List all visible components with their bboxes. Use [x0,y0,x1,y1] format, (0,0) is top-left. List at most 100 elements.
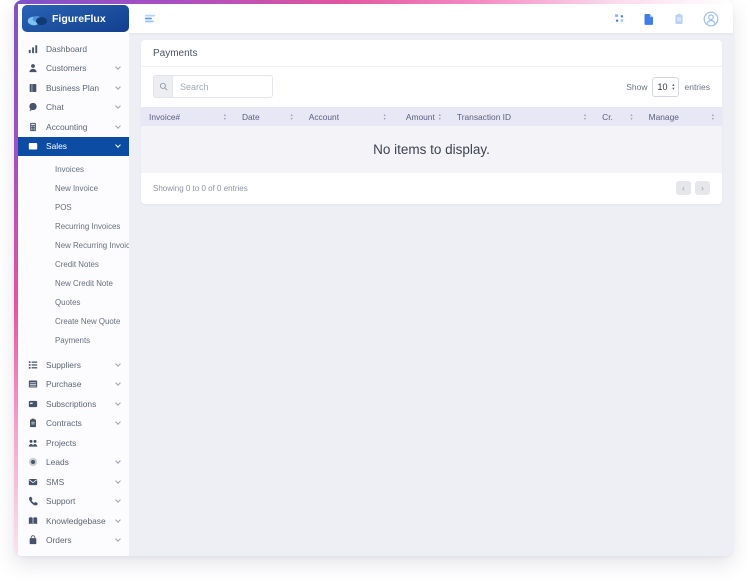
sales-submenu-item-pos[interactable]: POS [18,198,129,217]
table-column-header-amount[interactable]: Amount ▴ ▾ [394,107,449,126]
sidebar-item-knowledgebase[interactable]: Knowledgebase [18,511,129,531]
table-column-header-date[interactable]: Date ▴ ▾ [234,107,301,126]
sidebar-item-contracts[interactable]: Contracts [18,414,129,434]
people-icon [28,438,38,448]
sidebar-item-orders[interactable]: Orders [18,531,129,551]
sidebar-item-label: Business Plan [46,82,100,93]
sales-submenu-item-quotes[interactable]: Quotes [18,293,129,312]
show-label: Show [626,81,648,92]
sales-submenu-item-recurring-invoices[interactable]: Recurring Invoices [18,217,129,236]
table-column-header-manage[interactable]: Manage ▴ ▾ [641,107,722,126]
sort-icon: ▴ ▾ [223,112,226,121]
sidebar-item-label: Accounting [46,121,88,132]
rows-icon [28,379,38,389]
sidebar-item-leads[interactable]: Leads [18,453,129,473]
chevron-down-icon [115,477,121,484]
table-column-header-account[interactable]: Account ▴ ▾ [301,107,394,126]
apps-grid-icon-apps-grid[interactable] [614,13,625,24]
user-icon [28,63,38,73]
sales-submenu-item-create-new-quote[interactable]: Create New Quote [18,312,129,331]
sidebar-item-label: Subscriptions [46,398,97,409]
page-size-value: 10 [657,81,668,92]
sidebar-item-suppliers[interactable]: Suppliers [18,355,129,375]
sidebar-item-label: Suppliers [46,359,81,370]
sidebar-item-purchase[interactable]: Purchase [18,375,129,395]
sales-submenu-item-payments[interactable]: Payments [18,331,129,350]
submenu-item-label: Create New Quote [55,317,121,326]
clipboard-icon-clipboard[interactable] [673,13,685,25]
cloud-logo-icon [27,13,48,25]
submenu-item-label: Quotes [55,298,81,307]
file-icon-file[interactable] [643,13,655,25]
sales-submenu-item-new-recurring-invoice[interactable]: New Recurring Invoice [18,236,129,255]
wallet-icon [28,141,38,151]
search-icon [159,82,168,91]
search-button[interactable] [153,75,172,98]
chevron-down-icon [115,142,121,149]
showing-entries-status: Showing 0 to 0 of 0 entries [153,183,248,193]
column-label: Account [308,111,340,122]
chevron-down-icon [115,380,121,387]
page-size-select[interactable]: 10 ▴ ▾ [652,76,680,97]
sidebar-item-label: Customers [46,63,87,74]
sidebar-item-customers[interactable]: Customers [18,59,129,79]
submenu-item-label: New Recurring Invoice [55,241,129,250]
book-icon [28,516,38,526]
main-column: Payments Show 10 [129,4,733,556]
sidebar-item-label: Dashboard [46,43,87,54]
sales-submenu-item-new-invoice[interactable]: New Invoice [18,179,129,198]
sidebar-item-label: SMS [46,476,65,487]
column-label: Date [241,111,260,122]
sidebar-item-label: Knowledgebase [46,515,106,526]
submenu-item-label: Credit Notes [55,260,99,269]
empty-state: No items to display. [141,126,722,173]
table-column-header-cr[interactable]: Cr. ▴ ▾ [594,107,640,126]
table-column-header-invoice[interactable]: Invoice# ▴ ▾ [141,107,234,126]
calculator-icon [28,122,38,132]
sidebar-item-label: Contracts [46,418,82,429]
chevron-down-icon [115,419,121,426]
top-bar [129,4,733,33]
prev-page-button[interactable]: ‹ [676,181,691,195]
payments-panel: Payments Show 10 [141,40,722,204]
sidebar-item-support[interactable]: Support [18,492,129,512]
table-controls: Show 10 ▴▾ entries [141,67,722,107]
sidebar-item-sales[interactable]: Sales [18,136,129,156]
sidebar-item-chat[interactable]: Chat [18,98,129,118]
submenu-item-label: Invoices [55,165,84,174]
sort-icon: ▴ ▾ [383,112,386,121]
column-label: Amount [405,111,435,122]
sidebar-item-accounting[interactable]: Accounting [18,117,129,137]
chevron-down-icon [115,83,121,90]
chevron-down-icon [115,516,121,523]
bag-icon [28,535,38,545]
sales-submenu-item-new-credit-note[interactable]: New Credit Note [18,274,129,293]
table-header-row: Invoice# ▴ ▾ Date ▴ ▾ Account ▴ ▾ Amount… [141,107,722,126]
page: FigureFlux Dashboard Customers Business … [0,0,747,580]
sidebar-item-projects[interactable]: Projects [18,433,129,453]
sidebar-item-subscriptions[interactable]: Subscriptions [18,394,129,414]
brand-logo[interactable]: FigureFlux [22,5,129,32]
table-column-header-transaction-id[interactable]: Transaction ID ▴ ▾ [449,107,594,126]
content-area: Payments Show 10 [129,33,733,556]
sidebar-item-dashboard[interactable]: Dashboard [18,39,129,59]
sidebar-item-business-plan[interactable]: Business Plan [18,78,129,98]
chevron-down-icon [115,536,121,543]
search-input[interactable] [172,75,273,98]
column-label: Manage [648,111,679,122]
sales-submenu-item-credit-notes[interactable]: Credit Notes [18,255,129,274]
pagination: ‹ › [676,181,710,195]
phone-icon [28,496,38,506]
brand-name: FigureFlux [52,12,106,25]
entries-label: entries [684,81,710,92]
user-circle-icon-user-circle[interactable] [703,11,719,27]
chevron-down-icon [115,497,121,504]
sort-icon: ▴ ▾ [290,112,293,121]
sales-submenu-item-invoices[interactable]: Invoices [18,160,129,179]
sidebar-item-sms[interactable]: SMS [18,472,129,492]
menu-toggle-icon[interactable] [144,12,157,25]
topbar-actions [614,11,719,27]
sort-icon: ▴ ▾ [711,112,714,121]
sidebar-nav: Dashboard Customers Business Plan Chat A… [18,39,129,556]
next-page-button[interactable]: › [695,181,710,195]
